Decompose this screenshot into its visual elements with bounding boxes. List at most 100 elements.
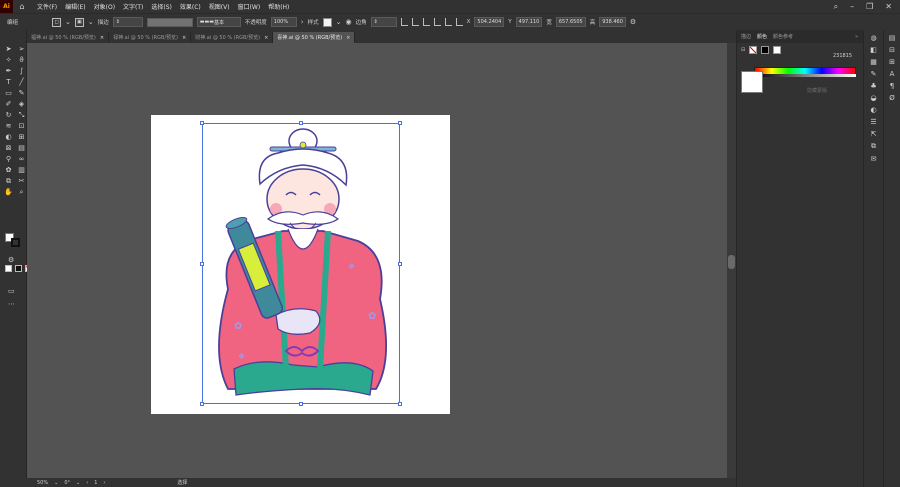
comments-icon[interactable]: ✉ [864,155,883,163]
transparency-icon[interactable]: ◐ [864,106,883,114]
rectangle-tool-icon[interactable]: ▭ [4,89,13,97]
recolor-icon[interactable]: ◉ [346,18,352,26]
collapse-icon[interactable]: » [855,34,863,40]
search-icon[interactable]: ⌕ [834,2,838,12]
close-icon[interactable]: × [264,35,268,41]
align-center-icon[interactable] [411,18,419,26]
chevron-down-icon[interactable]: ⌄ [336,18,342,26]
appearance-icon[interactable]: ◍ [864,34,883,42]
tab-caishen[interactable]: 财神.ai @ 50 % (RGB/预览) × [191,32,274,43]
resize-handle[interactable] [200,121,204,125]
resize-handle[interactable] [398,121,402,125]
graphic-style-swatch[interactable] [322,17,332,27]
resize-handle[interactable] [398,262,402,266]
artboard-next-icon[interactable]: › [103,480,105,486]
chevron-down-icon[interactable]: ⌄ [76,480,80,486]
align-icon[interactable]: ⊟ [884,46,900,54]
tab-xishen[interactable]: 喜神.ai @ 50 % (RGB/预览) × [273,32,356,43]
menu-edit[interactable]: 编辑(E) [65,2,85,11]
artboard-prev-icon[interactable]: ‹ [86,480,88,486]
white-swatch[interactable] [773,46,782,54]
x-field[interactable]: 504.2404 [474,17,505,27]
chevron-down-icon[interactable]: ⌄ [65,18,71,26]
grayscale-ramp[interactable] [754,74,856,77]
fill-swatch[interactable]: ◻ [52,17,62,27]
stroke-label[interactable]: 描边 [98,18,109,26]
resize-handle[interactable] [200,262,204,266]
screen-mode-icon[interactable]: ▭ [8,287,15,295]
character-icon[interactable]: A [884,70,900,78]
zoom-tool-icon[interactable]: ⌕ [17,188,26,196]
tab-fushen[interactable]: 福神.ai @ 50 % (RGB/预览) × [27,32,110,43]
paintbrush-icon[interactable]: ✎ [17,89,26,97]
mesh-tool-icon[interactable]: ⊠ [4,144,13,152]
align-left-icon[interactable] [400,18,408,26]
warp-tool-icon[interactable]: ≋ [4,122,13,130]
shape-builder-icon[interactable]: ◐ [4,133,13,141]
symbol-sprayer-icon[interactable]: ✿ [4,166,13,174]
type-tool-icon[interactable]: T [4,78,13,86]
stroke-weight-field[interactable]: ⇕ [112,17,143,27]
w-field[interactable]: 657.6505 [555,17,586,27]
chevron-right-icon[interactable]: › [301,18,304,26]
artboard-tool-icon[interactable]: ⧉ [4,177,13,185]
minimize-icon[interactable]: – [850,2,854,11]
eyedropper-icon[interactable]: ⚲ [4,155,13,163]
export-icon[interactable]: ⇱ [864,130,883,138]
selection-tool-icon[interactable]: ➤ [4,45,13,53]
variable-width-profile[interactable] [146,17,193,27]
fill-stroke-mini-icon[interactable]: ⊟ [741,47,745,53]
artboard-number[interactable]: 1 [94,480,97,486]
shaper-tool-icon[interactable]: ✐ [4,100,13,108]
chevron-down-icon[interactable]: ⌄ [88,18,94,26]
draw-mode-icon[interactable]: ⚙ [8,256,14,264]
align-right-icon[interactable] [422,18,430,26]
magic-wand-icon[interactable]: ✧ [4,56,13,64]
close-icon[interactable]: × [100,35,104,41]
black-swatch[interactable] [761,46,770,54]
resize-handle[interactable] [299,121,303,125]
h-field[interactable]: 938.460 [599,17,626,27]
paragraph-icon[interactable]: ¶ [884,82,900,90]
canvas-area[interactable]: ✿ ✿ ❖ ❖ [27,43,727,478]
opacity-field[interactable]: 100% [270,17,297,27]
stroke-color-swatch[interactable] [11,238,20,247]
slice-tool-icon[interactable]: ✂ [17,177,26,185]
scrollbar-thumb[interactable] [728,255,735,269]
tab-lushen[interactable]: 禄神.ai @ 50 % (RGB/预览) × [109,32,192,43]
align-top-icon[interactable] [433,18,441,26]
restore-icon[interactable]: ❐ [866,2,873,11]
selection-bounding-box[interactable] [200,121,402,406]
gradient-tool-icon[interactable]: ▤ [17,144,26,152]
perspective-grid-icon[interactable]: ⊞ [17,133,26,141]
gradient-icon[interactable]: ◒ [864,94,883,102]
close-icon[interactable]: × [182,35,186,41]
gradient-mode-icon[interactable] [15,265,22,272]
menu-file[interactable]: 文件(F) [37,2,57,11]
menu-help[interactable]: 帮助(H) [268,2,289,11]
menu-effect[interactable]: 效果(C) [180,2,201,11]
zoom-level[interactable]: 50% [37,480,48,486]
transform-icon[interactable]: ⚙ [630,18,636,26]
rotate-tool-icon[interactable]: ↻ [4,111,13,119]
vertical-scrollbar[interactable] [727,43,736,478]
corner-field[interactable]: ⇕ [370,17,397,27]
home-icon[interactable]: ⌂ [13,0,31,13]
tab-color-guide[interactable]: 颜色参考 [773,33,793,40]
edit-toolbar-icon[interactable]: ⋯ [8,300,15,308]
align-middle-icon[interactable] [444,18,452,26]
none-swatch-icon[interactable] [749,46,758,54]
line-tool-icon[interactable]: ╱ [17,78,26,86]
properties-icon[interactable]: ▤ [884,34,900,42]
brush-definition[interactable]: ▬▬▬ 基本 [196,17,241,27]
artboards-icon[interactable]: ⧉ [864,142,883,151]
free-transform-icon[interactable]: ⊡ [17,122,26,130]
menu-type[interactable]: 文字(T) [123,2,143,11]
align-bottom-icon[interactable] [455,18,463,26]
resize-handle[interactable] [398,402,402,406]
curvature-tool-icon[interactable]: ∫ [17,67,26,75]
resize-handle[interactable] [200,402,204,406]
hex-value[interactable]: 231815 [833,53,852,59]
menu-select[interactable]: 选择(S) [151,2,172,11]
close-icon[interactable]: × [346,35,350,41]
